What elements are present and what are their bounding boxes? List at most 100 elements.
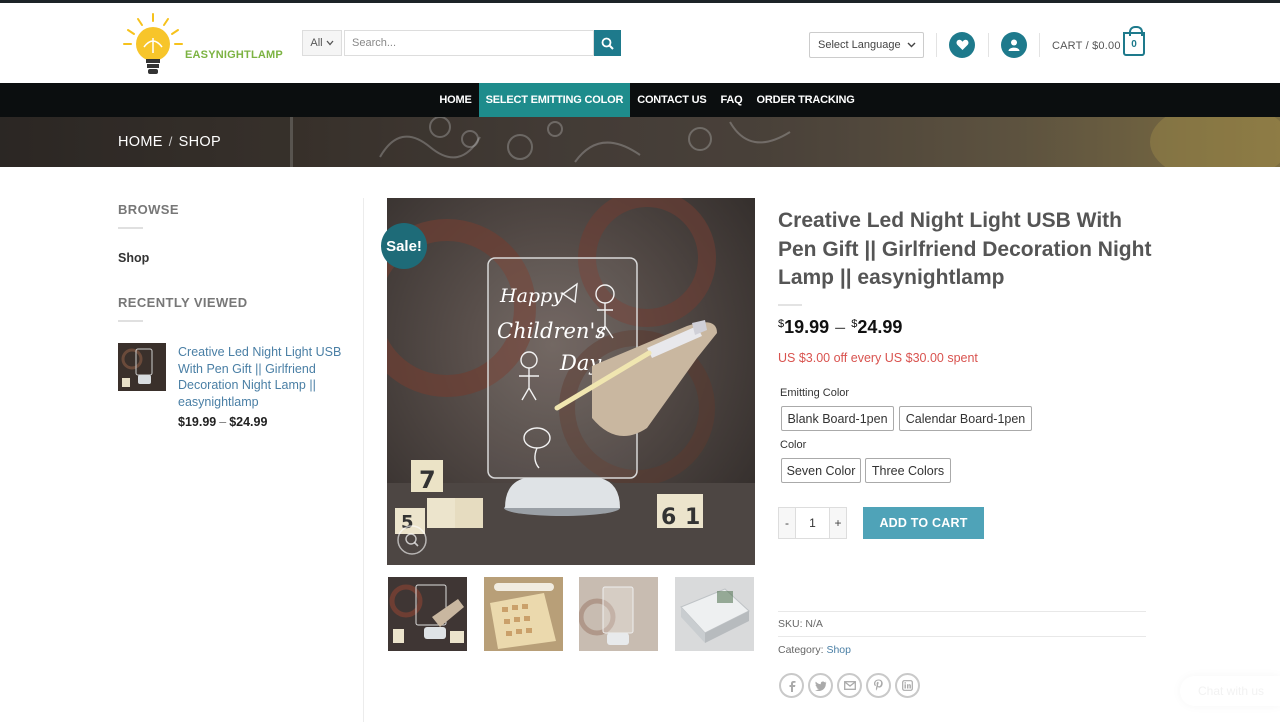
quantity-decrease-button[interactable]: - bbox=[778, 507, 796, 539]
header-divider bbox=[988, 33, 989, 57]
product-thumbnail-4[interactable] bbox=[675, 577, 754, 651]
site-logo[interactable]: EASYNIGHTLAMP bbox=[118, 11, 283, 79]
price-dash: – bbox=[835, 317, 846, 337]
product-price: $19.99– $24.99 bbox=[778, 317, 902, 338]
color-label: Color bbox=[780, 439, 807, 451]
thumbnail-image bbox=[484, 577, 563, 651]
pinterest-icon bbox=[874, 679, 883, 691]
title-divider bbox=[778, 304, 802, 306]
cart-count: 0 bbox=[1131, 38, 1137, 50]
chevron-down-icon bbox=[326, 40, 334, 46]
price-min: 19.99 bbox=[784, 317, 830, 337]
quantity-input[interactable]: 1 bbox=[796, 507, 829, 539]
title-underline bbox=[118, 320, 143, 322]
search-button[interactable] bbox=[594, 30, 621, 56]
user-icon bbox=[1008, 39, 1020, 51]
chevron-down-icon bbox=[907, 42, 916, 48]
share-linkedin-button[interactable] bbox=[895, 673, 920, 698]
nav-item-home[interactable]: HOME bbox=[432, 83, 478, 117]
search-category-select[interactable]: All bbox=[302, 30, 342, 56]
block-digit: 1 bbox=[685, 505, 700, 530]
meta-divider bbox=[778, 611, 1146, 612]
thumbnail-image bbox=[388, 577, 467, 651]
thumbnail-image bbox=[675, 577, 754, 651]
search-icon bbox=[601, 37, 614, 50]
quantity-stepper: - 1 + bbox=[778, 507, 847, 539]
search-bar: All Search... bbox=[302, 30, 621, 56]
product-title: Creative Led Night Light USB With Pen Gi… bbox=[778, 209, 1152, 289]
search-input[interactable]: Search... bbox=[344, 30, 594, 56]
block-digit: 7 bbox=[419, 466, 436, 494]
main-nav: HOME SELECT EMITTING COLOR CONTACT US FA… bbox=[0, 83, 1280, 117]
recent-product-title[interactable]: Creative Led Night Light USB With Pen Gi… bbox=[178, 344, 346, 410]
chat-widget-button[interactable]: Chat with us bbox=[1180, 676, 1280, 706]
share-facebook-button[interactable] bbox=[779, 673, 804, 698]
option-blank-board[interactable]: Blank Board-1pen bbox=[781, 406, 894, 431]
option-calendar-board[interactable]: Calendar Board-1pen bbox=[899, 406, 1032, 431]
email-icon bbox=[843, 681, 856, 690]
thumbnail-image bbox=[579, 577, 658, 651]
twitter-icon bbox=[814, 681, 826, 691]
product-thumbnail-1[interactable] bbox=[388, 577, 467, 651]
product-thumbnail-2[interactable] bbox=[484, 577, 563, 651]
bulb-logo-icon bbox=[123, 13, 183, 74]
browse-title: BROWSE bbox=[118, 202, 179, 217]
logo-text: EASYNIGHTLAMP bbox=[185, 49, 283, 61]
facebook-icon bbox=[789, 680, 795, 692]
site-header: EASYNIGHTLAMP All Search... Select Langu… bbox=[0, 3, 1280, 82]
product-main-image[interactable]: Happy Children's Day 7 5 6 1 bbox=[387, 198, 755, 565]
recent-price-max: $24.99 bbox=[229, 415, 268, 429]
image-text-line1: Happy bbox=[499, 285, 563, 307]
product-photo: Happy Children's Day 7 5 6 1 bbox=[387, 198, 755, 565]
nav-item-contact-us[interactable]: CONTACT US bbox=[630, 83, 713, 117]
product-thumbnail-3[interactable] bbox=[579, 577, 658, 651]
block-digit: 6 bbox=[661, 505, 676, 530]
category-prefix: Category: bbox=[778, 644, 824, 656]
nav-item-order-tracking[interactable]: ORDER TRACKING bbox=[750, 83, 862, 117]
chat-label: Chat with us bbox=[1198, 684, 1265, 698]
language-label: Select Language bbox=[818, 39, 901, 51]
sidebar-link-shop[interactable]: Shop bbox=[118, 251, 149, 265]
nav-item-faq[interactable]: FAQ bbox=[714, 83, 750, 117]
title-underline bbox=[118, 227, 143, 229]
price-max: 24.99 bbox=[857, 317, 903, 337]
option-three-colors[interactable]: Three Colors bbox=[865, 458, 951, 483]
heart-icon bbox=[956, 39, 968, 50]
image-text-line2: Children's bbox=[497, 319, 606, 343]
search-category-label: All bbox=[310, 37, 323, 49]
option-seven-color[interactable]: Seven Color bbox=[781, 458, 861, 483]
promo-text: US $3.00 off every US $30.00 spent bbox=[778, 351, 978, 365]
recent-product-thumbnail[interactable] bbox=[118, 343, 166, 391]
breadcrumb-home[interactable]: HOME bbox=[118, 134, 163, 150]
page-banner: HOME / SHOP bbox=[0, 117, 1280, 167]
breadcrumb-separator: / bbox=[168, 134, 173, 149]
linkedin-icon bbox=[902, 680, 913, 691]
account-button[interactable] bbox=[1001, 32, 1027, 58]
breadcrumb-current[interactable]: SHOP bbox=[179, 134, 221, 150]
wishlist-button[interactable] bbox=[949, 32, 975, 58]
cart-icon[interactable]: 0 bbox=[1123, 26, 1145, 56]
recently-viewed-title: RECENTLY VIEWED bbox=[118, 295, 248, 310]
language-select[interactable]: Select Language bbox=[809, 32, 924, 58]
product-sku: SKU: N/A bbox=[778, 618, 823, 630]
meta-divider bbox=[778, 636, 1146, 637]
share-email-button[interactable] bbox=[837, 673, 862, 698]
category-link[interactable]: Shop bbox=[826, 644, 851, 656]
add-to-cart-button[interactable]: ADD TO CART bbox=[863, 507, 984, 539]
share-pinterest-button[interactable] bbox=[866, 673, 891, 698]
recent-product-price: $19.99– $24.99 bbox=[178, 415, 267, 429]
recent-price-dash: – bbox=[219, 415, 227, 429]
share-twitter-button[interactable] bbox=[808, 673, 833, 698]
quantity-increase-button[interactable]: + bbox=[829, 507, 847, 539]
product-category: Category: Shop bbox=[778, 644, 851, 656]
header-divider bbox=[1039, 33, 1040, 57]
emitting-color-label: Emitting Color bbox=[780, 387, 850, 399]
nav-item-select-emitting-color[interactable]: SELECT EMITTING COLOR bbox=[478, 83, 631, 117]
sidebar-divider bbox=[363, 198, 364, 722]
product-thumbnail-image bbox=[118, 343, 166, 391]
cart-link[interactable]: CART / $0.00 bbox=[1052, 40, 1121, 52]
breadcrumb: HOME / SHOP bbox=[118, 134, 221, 150]
header-divider bbox=[936, 33, 937, 57]
search-placeholder: Search... bbox=[352, 37, 397, 49]
sale-badge: Sale! bbox=[381, 223, 427, 269]
